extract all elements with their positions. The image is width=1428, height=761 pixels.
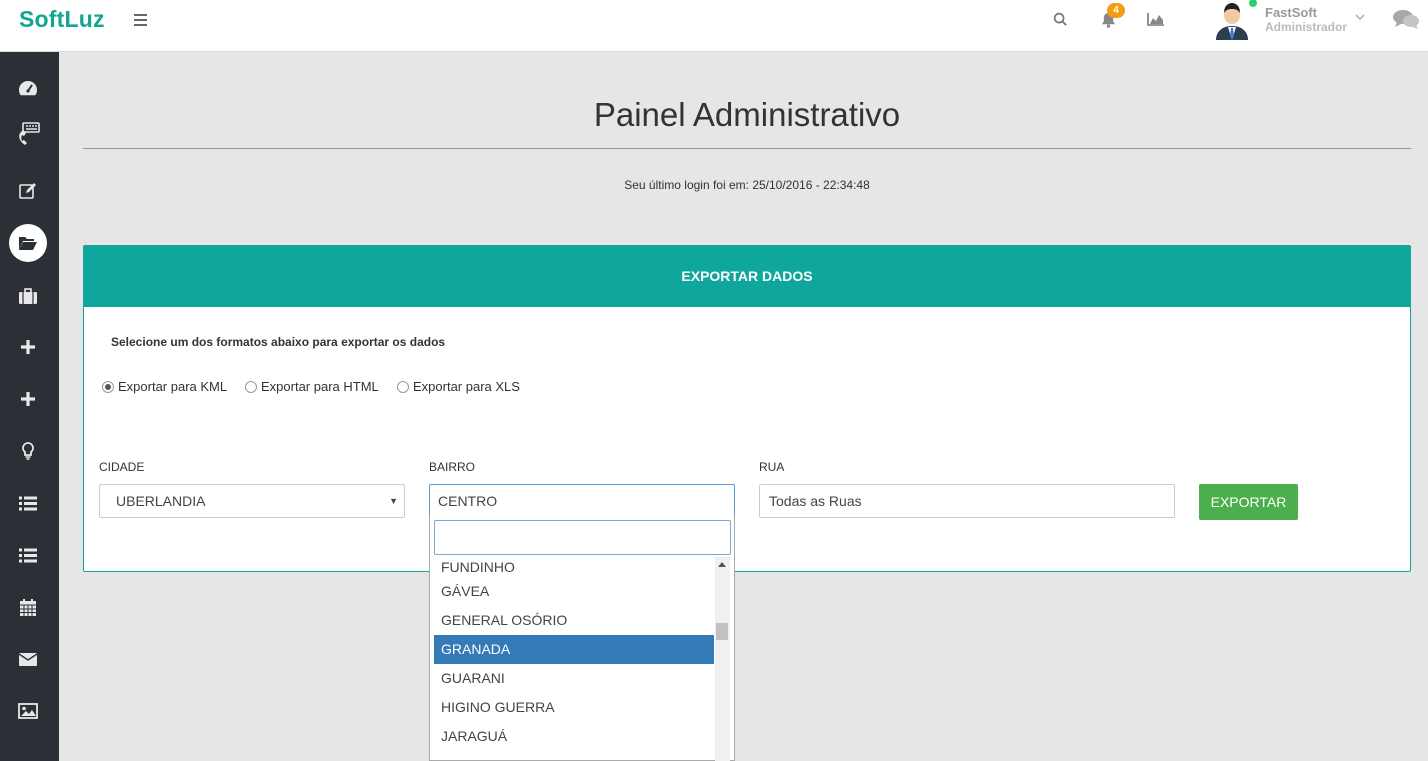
instruction-text: Selecione um dos formatos abaixo para ex…	[111, 335, 446, 349]
export-panel: EXPORTAR DADOS Selecione um dos formatos…	[83, 245, 1411, 572]
dropdown-option-highlighted[interactable]: GRANADA	[434, 635, 714, 664]
radio-button[interactable]	[397, 380, 409, 393]
export-button[interactable]: EXPORTAR	[1199, 484, 1298, 520]
user-role: Administrador	[1265, 20, 1348, 34]
dropdown-option[interactable]: FUNDINHO	[434, 557, 714, 577]
area-chart-icon[interactable]	[1147, 12, 1165, 31]
cidade-select[interactable]: UBERLANDIA ▼	[99, 484, 405, 518]
chevron-down-icon[interactable]	[1355, 13, 1365, 24]
chat-icon[interactable]	[1392, 8, 1420, 37]
radio-export-kml[interactable]: Exportar para KML	[102, 379, 227, 394]
folder-open-icon[interactable]	[9, 224, 47, 262]
online-status-icon	[1247, 0, 1259, 9]
page-title: Painel Administrativo	[593, 96, 901, 133]
calendar-icon[interactable]	[9, 588, 47, 626]
dropdown-option[interactable]: HIGINO GUERRA	[434, 693, 714, 722]
title-divider	[83, 148, 1411, 149]
avatar[interactable]	[1212, 0, 1252, 40]
sidebar	[0, 52, 59, 761]
panel-heading: EXPORTAR DADOS	[84, 246, 1410, 307]
radio-label: Exportar para HTML	[261, 379, 379, 394]
scroll-thumb[interactable]	[716, 623, 728, 640]
lightbulb-icon[interactable]	[9, 432, 47, 470]
top-bar: SoftLuz 4 FastSoft Administrador	[0, 0, 1428, 52]
user-name[interactable]: FastSoft	[1265, 5, 1317, 20]
notification-badge: 4	[1107, 3, 1125, 18]
bairro-dropdown: FUNDINHO GÁVEA GENERAL OSÓRIO GRANADA GU…	[429, 516, 735, 761]
rua-label: RUA	[759, 460, 785, 474]
bairro-value: CENTRO	[438, 493, 498, 509]
info-icon[interactable]	[9, 743, 47, 761]
rua-select[interactable]: Todas as Ruas	[759, 484, 1175, 518]
caret-down-icon: ▼	[389, 496, 398, 506]
image-icon[interactable]	[9, 692, 47, 730]
plus-icon[interactable]	[9, 380, 47, 418]
dropdown-option[interactable]: GENERAL OSÓRIO	[434, 606, 714, 635]
dropdown-options: FUNDINHO GÁVEA GENERAL OSÓRIO GRANADA GU…	[434, 557, 714, 751]
phone-keyboard-icon[interactable]	[9, 115, 47, 153]
envelope-icon[interactable]	[9, 640, 47, 678]
dropdown-scrollbar[interactable]	[715, 557, 730, 761]
cidade-value: UBERLANDIA	[116, 493, 206, 509]
briefcase-icon[interactable]	[9, 277, 47, 315]
edit-icon[interactable]	[9, 172, 47, 210]
dropdown-option[interactable]: GUARANI	[434, 664, 714, 693]
dropdown-option[interactable]: GÁVEA	[434, 577, 714, 606]
bairro-label: BAIRRO	[429, 460, 476, 474]
list-icon[interactable]	[9, 536, 47, 574]
brand-logo[interactable]: SoftLuz	[19, 6, 105, 33]
radio-label: Exportar para KML	[118, 379, 228, 394]
dropdown-option[interactable]: JARAGUÁ	[434, 722, 714, 751]
plus-icon[interactable]	[9, 328, 47, 366]
dashboard-icon[interactable]	[9, 69, 47, 107]
radio-label: Exportar para XLS	[413, 379, 520, 394]
bairro-select[interactable]: CENTRO	[429, 484, 735, 518]
rua-value: Todas as Ruas	[769, 493, 862, 509]
radio-button[interactable]	[245, 380, 257, 393]
radio-export-xls[interactable]: Exportar para XLS	[397, 379, 520, 394]
search-icon[interactable]	[1053, 12, 1068, 32]
radio-button-checked[interactable]	[102, 380, 114, 393]
dropdown-search-input[interactable]	[434, 520, 731, 555]
menu-toggle-icon[interactable]	[134, 14, 147, 26]
cidade-label: CIDADE	[99, 460, 145, 474]
last-login-text: Seu último login foi em: 25/10/2016 - 22…	[624, 178, 870, 192]
radio-export-html[interactable]: Exportar para HTML	[245, 379, 379, 394]
list-icon[interactable]	[9, 484, 47, 522]
scroll-up-icon[interactable]	[718, 562, 726, 567]
